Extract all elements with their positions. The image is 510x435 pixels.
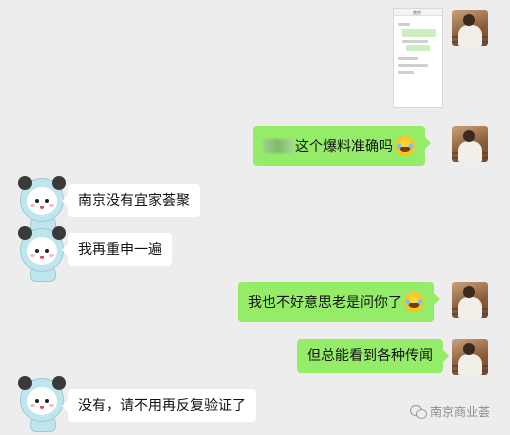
message-text: 南京没有宜家荟聚 — [78, 193, 190, 209]
shared-screenshot-thumbnail[interactable]: 南京 — [393, 8, 443, 108]
user-avatar[interactable] — [452, 126, 488, 162]
thumbnail-text-line — [402, 40, 428, 43]
thumbnail-text-line — [398, 71, 414, 74]
thumbnail-text-line — [398, 64, 428, 67]
thumbnail-text-line — [398, 57, 418, 60]
message-text: 没有，请不用再反复验证了 — [78, 398, 246, 414]
message-text: 但总能看到各种传闻 — [307, 348, 433, 364]
thumbnail-title: 南京 — [413, 10, 421, 15]
user-avatar[interactable] — [452, 10, 488, 46]
message-text: 我再重申一遍 — [78, 242, 162, 258]
message-text: 我也不好意思老是问你了 — [248, 295, 402, 311]
crying-laughing-emoji-icon — [404, 292, 424, 312]
message-text: 这个爆料准确吗 — [295, 139, 393, 155]
contact-avatar[interactable] — [18, 226, 72, 284]
user-avatar[interactable] — [452, 339, 488, 375]
crying-laughing-emoji-icon — [395, 136, 415, 156]
watermark: 南京商业荟 — [410, 402, 490, 420]
redacted-text — [263, 139, 293, 153]
wechat-logo-icon — [410, 403, 427, 419]
sent-message-bubble[interactable]: 我也不好意思老是问你了 — [238, 282, 440, 322]
thumbnail-bubble — [402, 29, 436, 37]
thumbnail-text-line — [398, 23, 410, 26]
received-message-bubble[interactable]: 南京没有宜家荟聚 — [62, 184, 200, 217]
watermark-text: 南京商业荟 — [430, 404, 491, 419]
sent-message-bubble[interactable]: 这个爆料准确吗 — [253, 126, 431, 166]
received-message-bubble[interactable]: 我再重申一遍 — [62, 233, 172, 266]
thumbnail-bubble — [406, 45, 430, 51]
user-avatar[interactable] — [452, 282, 488, 318]
received-message-bubble[interactable]: 没有，请不用再反复验证了 — [62, 389, 256, 422]
sent-message-bubble[interactable]: 但总能看到各种传闻 — [297, 339, 449, 373]
